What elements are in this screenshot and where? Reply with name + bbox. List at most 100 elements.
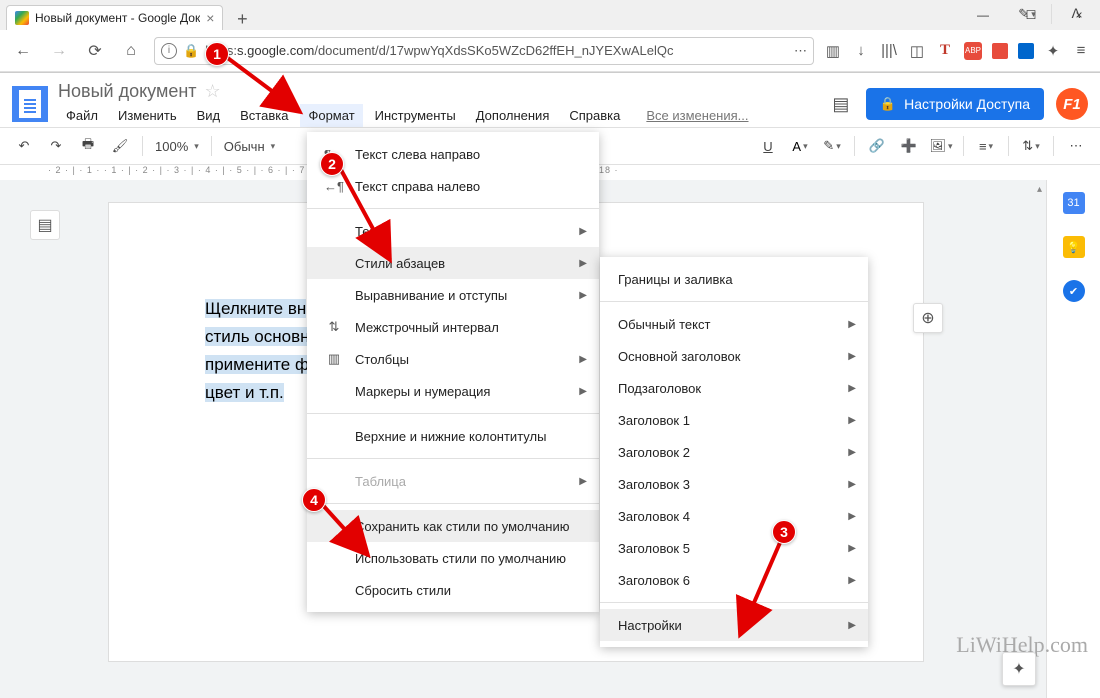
annotation-marker-4: 4 [302, 488, 326, 512]
annotation-marker-3: 3 [772, 520, 796, 544]
minimize-button[interactable]: — [968, 8, 998, 22]
submenu-arrow-icon: ▶ [848, 447, 856, 458]
submenu-heading-2[interactable]: Заголовок 2 ▶ [600, 436, 868, 468]
submenu-arrow-icon: ▶ [579, 386, 587, 397]
more-tools-button[interactable]: ⋯ [1062, 132, 1090, 160]
download-icon[interactable]: ↓ [852, 42, 870, 60]
submenu-heading-1[interactable]: Заголовок 1 ▶ [600, 404, 868, 436]
style-select[interactable]: Обычн [220, 139, 279, 154]
calendar-icon[interactable]: 31 [1063, 192, 1085, 214]
share-label: Настройки Доступа [904, 96, 1030, 112]
paint-format-button[interactable]: 🖌 [106, 132, 134, 160]
submenu-arrow-icon: ▶ [848, 415, 856, 426]
site-info-icon[interactable]: i [161, 43, 177, 59]
submenu-heading-3[interactable]: Заголовок 3 ▶ [600, 468, 868, 500]
keep-icon[interactable]: 💡 [1063, 236, 1085, 258]
add-comment-button[interactable]: ⊕ [913, 303, 943, 333]
menu-text[interactable]: Текст ▶ [307, 215, 599, 247]
explore-button[interactable]: ✦ [1002, 652, 1036, 686]
reader-icon[interactable]: ▥ [824, 42, 842, 60]
align-button[interactable]: ≡ [972, 132, 1000, 160]
submenu-settings[interactable]: Настройки ▶ [600, 609, 868, 641]
menu-text-ltr[interactable]: ¶→ Текст слева направо [307, 138, 599, 170]
underline-button[interactable]: U [754, 132, 782, 160]
url-text: https:s.google.com/document/d/17wpwYqXds… [205, 43, 788, 58]
address-bar[interactable]: i 🔒 https:s.google.com/document/d/17wpwY… [154, 37, 814, 65]
menu-text-rtl[interactable]: ←¶ Текст справа налево [307, 170, 599, 202]
highlight-button[interactable]: ✎ [818, 132, 846, 160]
comments-icon[interactable]: ▤ [828, 91, 854, 117]
annotation-marker-1: 1 [205, 42, 229, 66]
menu-insert[interactable]: Вставка [232, 104, 296, 127]
extension-t-icon[interactable]: T [936, 42, 954, 60]
submenu-borders-shading[interactable]: Границы и заливка [600, 263, 868, 295]
menu-tools[interactable]: Инструменты [367, 104, 464, 127]
submenu-heading-4[interactable]: Заголовок 4 ▶ [600, 500, 868, 532]
submenu-title[interactable]: Основной заголовок ▶ [600, 340, 868, 372]
menu-edit[interactable]: Изменить [110, 104, 185, 127]
scroll-up-icon[interactable]: ▴ [1037, 184, 1042, 195]
submenu-heading-6[interactable]: Заголовок 6 ▶ [600, 564, 868, 596]
sidebar-icon[interactable]: ◫ [908, 42, 926, 60]
document-title[interactable]: Новый документ [58, 81, 197, 102]
forward-button: → [46, 38, 72, 64]
menu-format[interactable]: Формат [300, 104, 362, 127]
share-button[interactable]: 🔒 Настройки Доступа [866, 88, 1044, 120]
browser-tab[interactable]: Новый документ - Google Док × [6, 5, 223, 30]
zoom-select[interactable]: 100% [151, 139, 203, 154]
insert-image-button[interactable]: 🖼 [927, 132, 955, 160]
library-icon[interactable]: |||\ [880, 42, 898, 60]
menu-paragraph-styles[interactable]: Стили абзацев ▶ [307, 247, 599, 279]
menu-icon[interactable]: ≡ [1072, 42, 1090, 60]
submenu-heading-5[interactable]: Заголовок 5 ▶ [600, 532, 868, 564]
close-tab-icon[interactable]: × [206, 10, 214, 26]
menu-line-spacing[interactable]: ⇅ Межстрочный интервал [307, 311, 599, 343]
extension-puzzle-icon[interactable]: ✦ [1044, 42, 1062, 60]
extension-red-icon[interactable] [992, 43, 1008, 59]
menu-save-default-styles[interactable]: Сохранить как стили по умолчанию [307, 510, 599, 542]
f1-badge-icon[interactable]: F1 [1056, 88, 1088, 120]
star-icon[interactable]: ☆ [205, 81, 221, 102]
menu-help[interactable]: Справка [561, 104, 628, 127]
menu-bullets-numbering[interactable]: Маркеры и нумерация ▶ [307, 375, 599, 407]
home-button[interactable]: ⌂ [118, 38, 144, 64]
outline-button[interactable]: ▤ [30, 210, 60, 240]
menu-addons[interactable]: Дополнения [468, 104, 558, 127]
menu-view[interactable]: Вид [189, 104, 229, 127]
line-spacing-button[interactable]: ⇅ [1017, 132, 1045, 160]
paragraph-styles-submenu: Границы и заливка Обычный текст ▶ Основн… [600, 257, 868, 647]
menu-headers-footers[interactable]: Верхние и нижние колонтитулы [307, 420, 599, 452]
submenu-arrow-icon: ▶ [848, 511, 856, 522]
reload-button[interactable]: ⟳ [82, 38, 108, 64]
insert-link-button[interactable]: 🔗 [863, 132, 891, 160]
submenu-arrow-icon: ▶ [848, 543, 856, 554]
selected-text[interactable]: Щелкните вн стиль основн примените ф цве… [205, 295, 310, 407]
format-dropdown: ¶→ Текст слева направо ←¶ Текст справа н… [307, 132, 599, 612]
collapse-toolbar-button[interactable]: ᐱ [1062, 0, 1090, 28]
insert-comment-button[interactable]: ➕ [895, 132, 923, 160]
menu-use-default-styles[interactable]: Использовать стили по умолчанию [307, 542, 599, 574]
redo-button[interactable]: ↷ [42, 132, 70, 160]
submenu-arrow-icon: ▶ [848, 575, 856, 586]
menu-reset-styles[interactable]: Сбросить стили [307, 574, 599, 606]
text-color-button[interactable]: A [786, 132, 814, 160]
print-button[interactable]: 🖶 [74, 132, 102, 160]
docs-logo-icon[interactable] [12, 86, 48, 122]
url-actions-icon[interactable]: ⋯ [794, 43, 807, 59]
changes-link[interactable]: Все изменения... [646, 108, 748, 123]
editing-mode-button[interactable]: ✎ [1013, 0, 1041, 28]
tasks-icon[interactable]: ✔ [1063, 280, 1085, 302]
new-tab-button[interactable]: + [231, 8, 253, 30]
submenu-arrow-icon: ▶ [848, 319, 856, 330]
submenu-arrow-icon: ▶ [848, 383, 856, 394]
submenu-subtitle[interactable]: Подзаголовок ▶ [600, 372, 868, 404]
back-button[interactable]: ← [10, 38, 36, 64]
menu-columns[interactable]: ▥ Столбцы ▶ [307, 343, 599, 375]
extension-abp-icon[interactable]: ABP [964, 42, 982, 60]
submenu-arrow-icon: ▶ [848, 479, 856, 490]
menu-file[interactable]: Файл [58, 104, 106, 127]
undo-button[interactable]: ↶ [10, 132, 38, 160]
extension-blue-icon[interactable] [1018, 43, 1034, 59]
submenu-normal-text[interactable]: Обычный текст ▶ [600, 308, 868, 340]
menu-align-indent[interactable]: Выравнивание и отступы ▶ [307, 279, 599, 311]
